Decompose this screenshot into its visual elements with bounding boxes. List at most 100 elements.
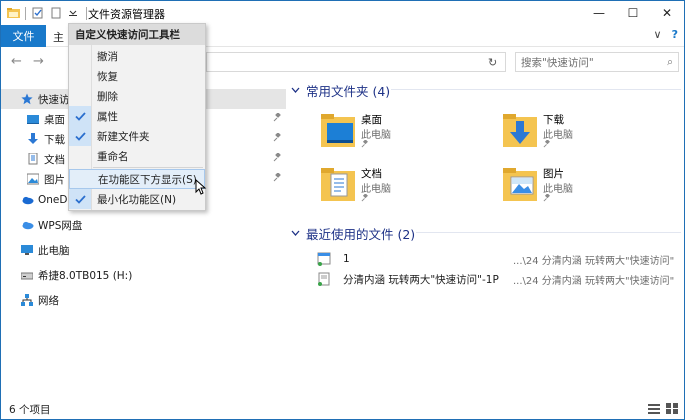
recent-file-name: 1: [343, 253, 350, 265]
menu-separator: [93, 167, 203, 168]
menu-title: 自定义快速访问工具栏: [69, 24, 205, 45]
minimize-button[interactable]: —: [582, 1, 616, 25]
status-bar: 6 个项目: [1, 399, 684, 419]
menu-item-label: 最小化功能区(N): [97, 193, 177, 206]
content-pane: 常用文件夹 (4) 桌面 此电脑 下载 此电脑 文档 此电脑 图片 此电脑 最近…: [291, 81, 684, 401]
desktop-icon: [27, 113, 39, 125]
checkmark-slot: [69, 86, 91, 106]
details-view-icon[interactable]: [648, 403, 660, 417]
usb-drive-icon: [20, 269, 34, 281]
pin-icon[interactable]: [273, 132, 282, 145]
menu-item-redo[interactable]: 恢复: [69, 66, 205, 86]
folder-icon[interactable]: [7, 7, 20, 19]
pin-icon[interactable]: [273, 172, 282, 185]
folder-tile-desktop[interactable]: 桌面 此电脑: [291, 109, 471, 159]
customize-qat-menu: 自定义快速访问工具栏 撤消 恢复 删除 属性 新建文件夹 重命名 在功能区下方显…: [68, 23, 206, 211]
file-icon: [317, 272, 331, 289]
tile-name: 桌面: [361, 114, 382, 126]
download-icon: [27, 133, 39, 145]
group-title: 最近使用的文件 (2): [306, 227, 416, 242]
checkmark-slot: [69, 66, 91, 86]
documents-icon: [27, 152, 39, 165]
network-icon: [21, 294, 33, 306]
tile-name: 图片: [543, 168, 564, 180]
toolbar-separator: [25, 6, 26, 20]
back-button[interactable]: ←: [11, 54, 22, 69]
folder-tile-pictures[interactable]: 图片 此电脑: [473, 163, 653, 213]
folder-tile-documents[interactable]: 文档 此电脑: [291, 163, 471, 213]
menu-item-label: 恢复: [97, 70, 118, 83]
nav-item-drive-h[interactable]: 希捷8.0TB015 (H:): [1, 265, 286, 285]
toolbar-separator: [86, 6, 87, 20]
recent-file-row[interactable]: 分清内涵 玩转两大"快速访问"-1P ...\24 分清内涵 玩转两大"快速访问…: [313, 269, 684, 289]
tiles-view-icon[interactable]: [666, 403, 678, 417]
nav-item-network[interactable]: 网络: [1, 290, 286, 310]
menu-item-rename[interactable]: 重命名: [69, 146, 205, 166]
tab-home[interactable]: 主: [53, 29, 64, 45]
nav-item-wps[interactable]: WPS网盘: [1, 215, 286, 235]
menu-item-minimize-ribbon[interactable]: 最小化功能区(N): [69, 189, 205, 209]
divider: [391, 89, 681, 90]
nav-label: 下载: [44, 133, 65, 146]
pin-icon[interactable]: [273, 152, 282, 165]
checkmark-icon: [69, 106, 91, 126]
tile-location: 此电脑: [361, 184, 391, 195]
address-bar[interactable]: [206, 52, 506, 72]
expand-ribbon-icon[interactable]: ∨: [654, 28, 662, 41]
recent-file-row[interactable]: 1 ...\24 分清内涵 玩转两大"快速访问": [313, 249, 684, 269]
help-icon[interactable]: ?: [672, 28, 678, 41]
wps-cloud-icon: [21, 219, 34, 231]
checkmark-slot: [69, 46, 91, 66]
desktop-folder-icon: [321, 111, 355, 149]
window-controls: — ☐ ✕: [582, 1, 684, 25]
nav-label: WPS网盘: [38, 219, 83, 232]
checkmark-slot: [70, 169, 92, 189]
menu-item-properties[interactable]: 属性: [69, 106, 205, 126]
ribbon-right-controls: ∨ ?: [654, 28, 678, 41]
divider: [416, 232, 681, 233]
close-button[interactable]: ✕: [650, 1, 684, 25]
maximize-button[interactable]: ☐: [616, 1, 650, 25]
recent-file-path: ...\24 分清内涵 玩转两大"快速访问": [513, 275, 675, 287]
search-input[interactable]: 搜索"快速访问" ⌕: [515, 52, 679, 72]
refresh-button[interactable]: ↻: [488, 56, 497, 69]
nav-label: 网络: [38, 294, 59, 307]
tile-location: 此电脑: [543, 184, 573, 195]
new-folder-icon[interactable]: [50, 7, 62, 19]
file-icon: [317, 252, 331, 269]
group-header-recent[interactable]: 最近使用的文件 (2): [291, 224, 415, 243]
nav-item-this-pc[interactable]: 此电脑: [1, 240, 286, 260]
cloud-icon: [21, 194, 34, 206]
documents-folder-icon: [321, 165, 355, 203]
menu-item-label: 删除: [97, 90, 118, 103]
recent-file-path: ...\24 分清内涵 玩转两大"快速访问": [513, 255, 675, 267]
nav-label: 文档: [44, 153, 65, 166]
pin-icon[interactable]: [273, 112, 282, 125]
group-title: 常用文件夹 (4): [306, 84, 391, 99]
nav-label: 希捷8.0TB015 (H:): [38, 269, 133, 282]
menu-item-undo[interactable]: 撤消: [69, 46, 205, 66]
chevron-down-icon[interactable]: [68, 7, 80, 19]
menu-item-show-below-ribbon[interactable]: 在功能区下方显示(S): [69, 169, 205, 189]
tab-file[interactable]: 文件: [1, 25, 46, 47]
pictures-icon: [26, 173, 40, 185]
tile-name: 文档: [361, 168, 382, 180]
menu-item-label: 在功能区下方显示(S): [98, 173, 197, 186]
pin-icon: [543, 193, 551, 205]
forward-button[interactable]: →: [33, 54, 44, 69]
folder-tile-downloads[interactable]: 下载 此电脑: [473, 109, 653, 159]
menu-item-delete[interactable]: 删除: [69, 86, 205, 106]
chevron-down-icon: [291, 229, 300, 239]
group-header-frequent[interactable]: 常用文件夹 (4): [291, 81, 390, 100]
checkmark-icon: [69, 189, 91, 209]
checkmark-slot: [69, 146, 91, 166]
star-icon: [21, 93, 33, 105]
menu-item-label: 属性: [97, 110, 118, 123]
menu-item-new-folder[interactable]: 新建文件夹: [69, 126, 205, 146]
nav-label: OneDr: [38, 194, 72, 206]
properties-icon[interactable]: [32, 7, 44, 19]
mouse-pointer-icon: [195, 178, 207, 195]
nav-label: 此电脑: [38, 244, 70, 257]
menu-item-label: 新建文件夹: [97, 130, 150, 143]
pin-icon: [543, 139, 551, 151]
